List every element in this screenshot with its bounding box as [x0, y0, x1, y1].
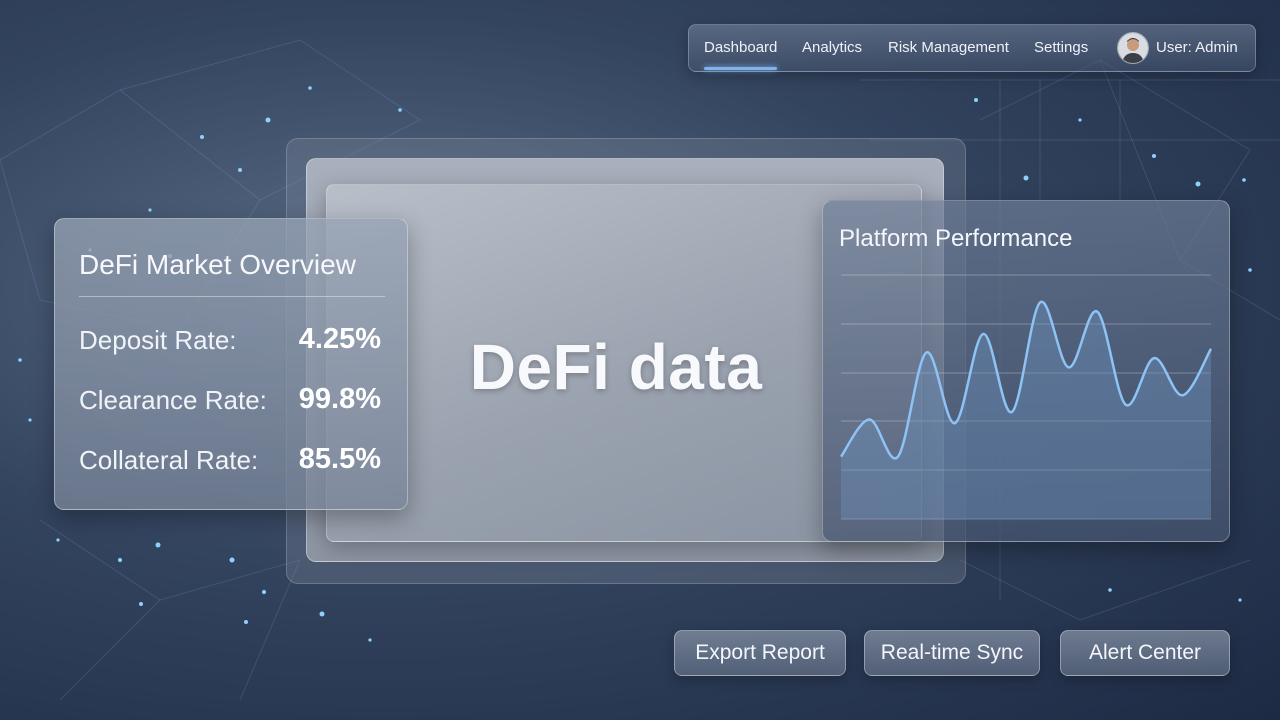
alert-center-button[interactable]: Alert Center	[1060, 630, 1230, 676]
platform-performance-card: Platform Performance	[822, 200, 1230, 542]
nav-tab-risk-management[interactable]: Risk Management	[888, 39, 1009, 56]
export-report-button[interactable]: Export Report	[674, 630, 846, 676]
real-time-sync-button[interactable]: Real-time Sync	[864, 630, 1040, 676]
collateral-rate-value: 85.5%	[298, 443, 381, 475]
user-avatar-icon[interactable]	[1117, 32, 1149, 64]
collateral-rate-label: Collateral Rate:	[79, 445, 259, 475]
deposit-rate-label: Deposit Rate:	[79, 325, 237, 355]
nav-tab-analytics[interactable]: Analytics	[802, 39, 862, 56]
overview-divider	[79, 296, 385, 297]
overview-title: DeFi Market Overview	[79, 249, 356, 280]
nav-tab-dashboard[interactable]: Dashboard	[704, 39, 778, 70]
nav-tab-settings[interactable]: Settings	[1034, 39, 1088, 56]
clearance-rate-label: Clearance Rate:	[79, 385, 267, 415]
performance-title: Platform Performance	[839, 225, 1073, 252]
deposit-rate-value: 4.25%	[298, 323, 381, 355]
defi-market-overview-card: DeFi Market Overview Deposit Rate: 4.25%…	[54, 218, 408, 510]
user-label[interactable]: User: Admin	[1156, 39, 1238, 56]
center-panel-title: DeFi data	[469, 331, 763, 403]
clearance-rate-value: 99.8%	[298, 383, 381, 415]
top-nav-bar: Dashboard Analytics Risk Management Sett…	[688, 24, 1256, 72]
performance-area-fill	[841, 301, 1211, 519]
